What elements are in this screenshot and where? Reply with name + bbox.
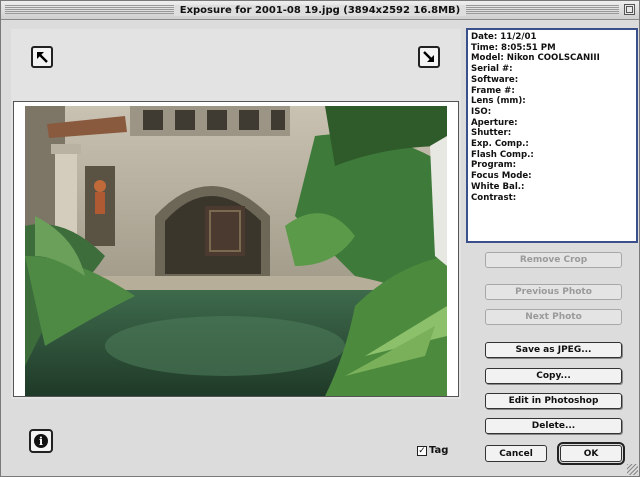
- rotate-left-button[interactable]: [31, 46, 53, 68]
- exif-line: Serial #:: [471, 64, 513, 75]
- exif-line: White Bal.:: [471, 181, 525, 192]
- next-photo-button[interactable]: Next Photo: [485, 309, 622, 325]
- previous-photo-button[interactable]: Previous Photo: [485, 284, 622, 300]
- tag-label: Tag: [429, 445, 449, 456]
- tag-check-icon[interactable]: ✓: [417, 445, 427, 456]
- ok-button-ring: OK: [557, 442, 625, 465]
- exif-line: Contrast:: [471, 192, 517, 203]
- exif-line: Aperture:: [471, 117, 518, 128]
- save-as-jpeg-button[interactable]: Save as JPEG...: [485, 342, 622, 358]
- rotate-right-button[interactable]: [418, 46, 440, 68]
- cancel-button[interactable]: Cancel: [485, 445, 547, 462]
- info-button[interactable]: i: [29, 429, 53, 453]
- exif-line: Date: 11/2/01: [471, 32, 537, 42]
- resize-grip-icon[interactable]: [627, 464, 638, 475]
- exif-line: Model: Nikon COOLSCANIII: [471, 53, 600, 64]
- photo-preview[interactable]: [25, 106, 447, 396]
- photo-frame: [13, 101, 459, 397]
- zoom-box-icon[interactable]: [624, 4, 635, 15]
- exif-line: Software:: [471, 74, 519, 85]
- exif-line: Focus Mode:: [471, 171, 532, 182]
- window-title: Exposure for 2001-08 19.jpg (3894x2592 1…: [173, 4, 467, 16]
- exif-line: Time: 8:05:51 PM: [471, 42, 556, 53]
- exif-line: Program:: [471, 160, 517, 171]
- remove-crop-button[interactable]: Remove Crop: [485, 252, 622, 268]
- rotate-left-arrow-icon: [37, 52, 48, 63]
- courtyard-photo-image: [25, 106, 447, 396]
- title-stripes-right: [443, 5, 619, 15]
- rotate-right-arrow-icon: [423, 51, 434, 62]
- info-icon: i: [34, 434, 48, 448]
- tag-checkbox[interactable]: ✓ Tag: [417, 445, 448, 456]
- copy-button[interactable]: Copy...: [485, 368, 622, 384]
- title-bar[interactable]: Exposure for 2001-08 19.jpg (3894x2592 1…: [1, 1, 639, 20]
- exif-line: ISO:: [471, 106, 492, 117]
- delete-button[interactable]: Delete...: [485, 418, 622, 434]
- exif-line: Lens (mm):: [471, 96, 526, 107]
- exposure-window: Exposure for 2001-08 19.jpg (3894x2592 1…: [0, 0, 640, 477]
- exif-line: Exp. Comp.:: [471, 139, 529, 150]
- ok-button[interactable]: OK: [560, 445, 622, 462]
- title-stripes-left: [5, 5, 185, 15]
- exif-line: Shutter:: [471, 128, 512, 139]
- edit-in-photoshop-button[interactable]: Edit in Photoshop: [485, 393, 622, 409]
- exif-line: Frame #:: [471, 85, 515, 96]
- exif-info-panel: Date: 11/2/01 Time: 8:05:51 PM Model: Ni…: [466, 28, 638, 243]
- exif-line: Flash Comp.:: [471, 149, 534, 160]
